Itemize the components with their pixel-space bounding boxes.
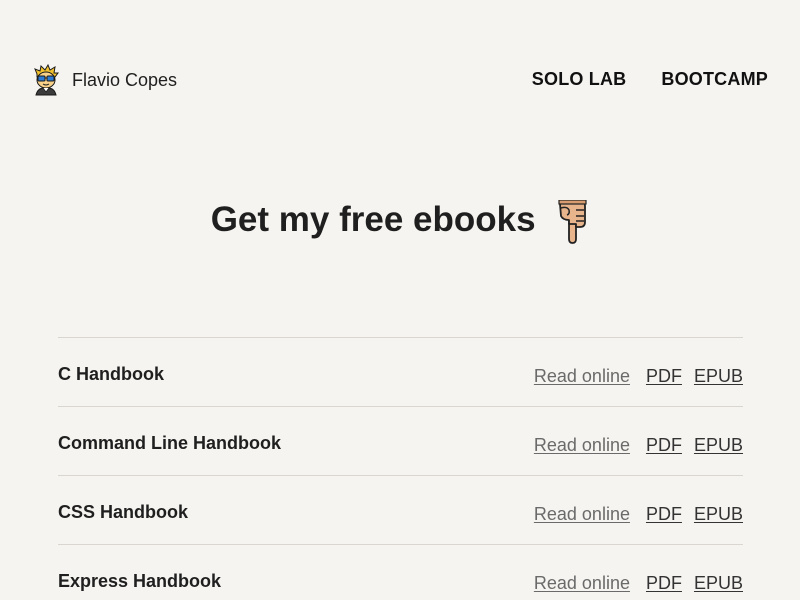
ebook-links: Read online PDF EPUB: [534, 364, 743, 388]
epub-link[interactable]: EPUB: [694, 502, 743, 526]
ebook-links: Read online PDF EPUB: [534, 433, 743, 457]
hero-section: Get my free ebooks: [0, 192, 800, 248]
read-online-link[interactable]: Read online: [534, 571, 630, 595]
main-nav: SOLO LAB BOOTCAMP: [497, 64, 768, 94]
site-header: Flavio Copes SOLO LAB BOOTCAMP: [0, 0, 800, 160]
ebook-row-css: CSS Handbook Read online PDF EPUB: [58, 476, 743, 545]
page-title-text: Get my free ebooks: [210, 200, 536, 239]
ebook-title: Command Line Handbook: [58, 433, 282, 453]
ebook-list: C Handbook Read online PDF EPUB Command …: [58, 337, 743, 600]
pdf-link[interactable]: PDF: [646, 364, 682, 388]
pointing-down-hand-icon: [558, 199, 587, 244]
ebook-row-c: C Handbook Read online PDF EPUB: [58, 338, 743, 407]
ebook-row-command-line: Command Line Handbook Read online PDF EP…: [58, 407, 743, 476]
epub-link[interactable]: EPUB: [694, 433, 743, 457]
ebook-row-express: Express Handbook Read online PDF EPUB: [58, 545, 743, 600]
ebook-title: Express Handbook: [58, 571, 222, 591]
read-online-link[interactable]: Read online: [534, 502, 630, 526]
epub-link[interactable]: EPUB: [694, 571, 743, 595]
nav-link-solo-lab[interactable]: SOLO LAB: [532, 64, 627, 94]
pdf-link[interactable]: PDF: [646, 433, 682, 457]
ebook-title: C Handbook: [58, 364, 164, 384]
brand-name: Flavio Copes: [72, 70, 178, 90]
brand-link[interactable]: Flavio Copes: [30, 64, 177, 96]
pdf-link[interactable]: PDF: [646, 502, 682, 526]
avatar-logo-icon: [34, 64, 59, 96]
ebook-links: Read online PDF EPUB: [534, 571, 743, 595]
ebook-links: Read online PDF EPUB: [534, 502, 743, 526]
read-online-link[interactable]: Read online: [534, 433, 630, 457]
ebook-title: CSS Handbook: [58, 502, 189, 522]
pdf-link[interactable]: PDF: [646, 571, 682, 595]
read-online-link[interactable]: Read online: [534, 364, 630, 388]
epub-link[interactable]: EPUB: [694, 364, 743, 388]
page-title: Get my free ebooks: [211, 192, 590, 248]
nav-link-bootcamp[interactable]: BOOTCAMP: [661, 64, 768, 94]
